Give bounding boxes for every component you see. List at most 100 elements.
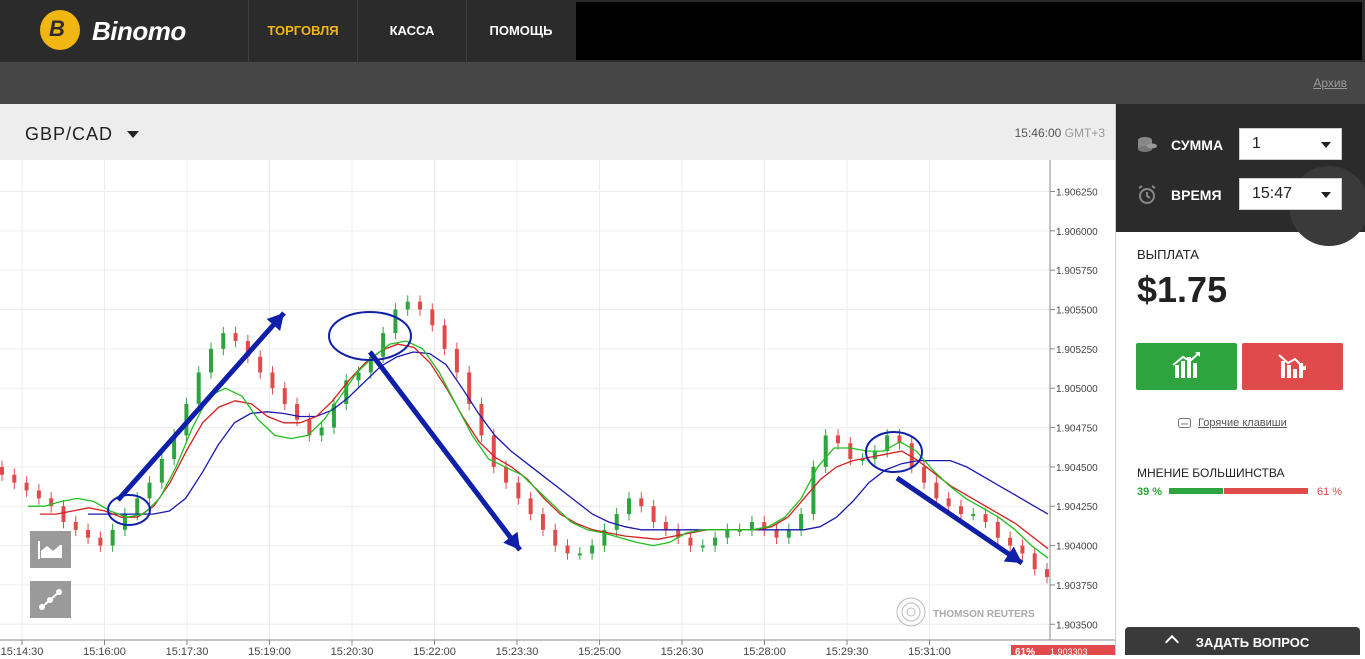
- x-tick-label: 15:22:00: [413, 646, 456, 655]
- x-tick-label: 15:19:00: [248, 646, 291, 655]
- candle-body: [282, 388, 287, 404]
- price-chart[interactable]: 1.906250 1.906000 1.905750 1.905500 1.905250…: [0, 160, 1115, 655]
- candle-body: [577, 553, 582, 556]
- candle-body: [61, 506, 66, 522]
- sub-toolbar: Архив: [0, 62, 1365, 104]
- y-tick-label: 1.905750: [1056, 266, 1098, 277]
- binomo-logo-icon: B: [40, 10, 80, 50]
- candle-body: [36, 490, 41, 499]
- candle-body: [995, 521, 1000, 538]
- opinion-up-bar: [1169, 488, 1223, 494]
- area-chart-icon: [38, 541, 62, 559]
- ask-question-button[interactable]: ЗАДАТЬ ВОПРОС: [1125, 627, 1360, 655]
- candle-body: [319, 427, 324, 436]
- amount-select[interactable]: 1: [1239, 128, 1342, 160]
- candle-body: [872, 451, 877, 460]
- candle-body: [590, 545, 595, 554]
- tab-trading[interactable]: ТОРГОВЛЯ: [248, 0, 357, 62]
- call-up-button[interactable]: [1136, 343, 1237, 390]
- candle-body: [774, 529, 779, 538]
- candle-body: [233, 333, 238, 341]
- candle-body: [614, 514, 619, 530]
- candle-body: [836, 435, 840, 444]
- x-tick-label: 15:31:00: [908, 646, 951, 655]
- badge-price: 1.903303: [1050, 647, 1088, 655]
- candle-body: [713, 537, 718, 546]
- x-tick-label: 15:26:30: [661, 646, 704, 655]
- watermark-text: THOMSON REUTERS: [933, 609, 1035, 620]
- candle-body: [848, 443, 853, 460]
- candles: [0, 295, 1049, 584]
- chart-header: GBP/CAD 15:46:00 GMT+3: [0, 104, 1115, 160]
- candle-body: [540, 514, 545, 530]
- expiry-select[interactable]: 15:47: [1239, 178, 1342, 210]
- candle-body: [553, 529, 558, 546]
- clock-time: 15:46:00: [1014, 126, 1062, 140]
- candle-body: [430, 309, 435, 326]
- y-tick-label: 1.905250: [1056, 345, 1098, 356]
- candle-body: [356, 372, 361, 381]
- chart-type-button[interactable]: [30, 531, 71, 568]
- candle-body: [135, 498, 140, 515]
- brand-logo[interactable]: B Binomo: [40, 10, 240, 52]
- tab-cashier[interactable]: КАССА: [357, 0, 466, 62]
- candle-body: [1020, 545, 1025, 554]
- y-tick-label: 1.904750: [1056, 424, 1098, 435]
- candle-body: [98, 537, 103, 546]
- server-clock: 15:46:00 GMT+3: [1015, 126, 1105, 140]
- reuters-watermark: THOMSON REUTERS: [896, 597, 1035, 627]
- brand-name: Binomo: [92, 16, 186, 46]
- candle-body: [209, 348, 213, 373]
- candle-body: [971, 514, 976, 517]
- time-label: ВРЕМЯ: [1171, 187, 1222, 203]
- candle-body: [725, 529, 730, 538]
- candle-body: [73, 521, 78, 530]
- annotations: [107, 311, 1024, 566]
- payout-value: $1.75: [1137, 269, 1228, 310]
- candle-body: [565, 545, 570, 554]
- tab-help[interactable]: ПОМОЩЬ: [466, 0, 575, 62]
- candle-body: [958, 506, 963, 515]
- candle-body: [405, 301, 410, 310]
- put-down-button[interactable]: [1242, 343, 1343, 390]
- moving-averages: [28, 340, 1049, 559]
- candle-body: [442, 325, 447, 349]
- chevron-down-icon[interactable]: [127, 131, 139, 138]
- y-tick-label: 1.903500: [1056, 620, 1098, 631]
- x-tick-label: 15:29:30: [826, 646, 869, 655]
- candle-body: [934, 482, 939, 499]
- archive-link[interactable]: Архив: [1313, 76, 1347, 90]
- ma-green-line: [28, 340, 1049, 559]
- candle-body: [159, 459, 164, 483]
- candle-body: [528, 498, 533, 515]
- y-tick-label: 1.905000: [1056, 384, 1098, 395]
- candle-body: [700, 545, 705, 548]
- candle-body: [909, 443, 914, 467]
- payout-label: ВЫПЛАТА: [1137, 247, 1199, 262]
- amount-label: СУММА: [1171, 137, 1224, 153]
- y-tick-label: 1.906000: [1056, 227, 1098, 238]
- candle-body: [946, 498, 951, 507]
- coins-icon: [1138, 137, 1157, 152]
- candle-body: [663, 521, 668, 530]
- candle-body: [799, 514, 804, 530]
- hotkeys-link[interactable]: Горячие клавиши: [1198, 417, 1287, 429]
- candle-body: [983, 514, 988, 522]
- candle-body: [454, 348, 459, 373]
- candle-body: [688, 537, 693, 546]
- x-tick-label: 15:20:30: [331, 646, 374, 655]
- candle-body: [504, 466, 509, 483]
- x-tick-label: 15:28:00: [743, 646, 786, 655]
- asset-pair-selector[interactable]: GBP/CAD: [25, 124, 113, 145]
- alarm-clock-icon: [1138, 185, 1156, 204]
- ma-blue-line: [88, 351, 1049, 531]
- candle-body: [86, 529, 91, 538]
- banner-area: [576, 2, 1362, 60]
- x-tick-label: 15:17:30: [166, 646, 209, 655]
- indicators-button[interactable]: [30, 581, 71, 618]
- candle-body: [823, 435, 828, 467]
- chevron-down-icon: [1321, 192, 1331, 198]
- candle-body: [627, 498, 631, 515]
- indicators-icon: [39, 589, 62, 610]
- trend-arrow-up: [116, 311, 286, 502]
